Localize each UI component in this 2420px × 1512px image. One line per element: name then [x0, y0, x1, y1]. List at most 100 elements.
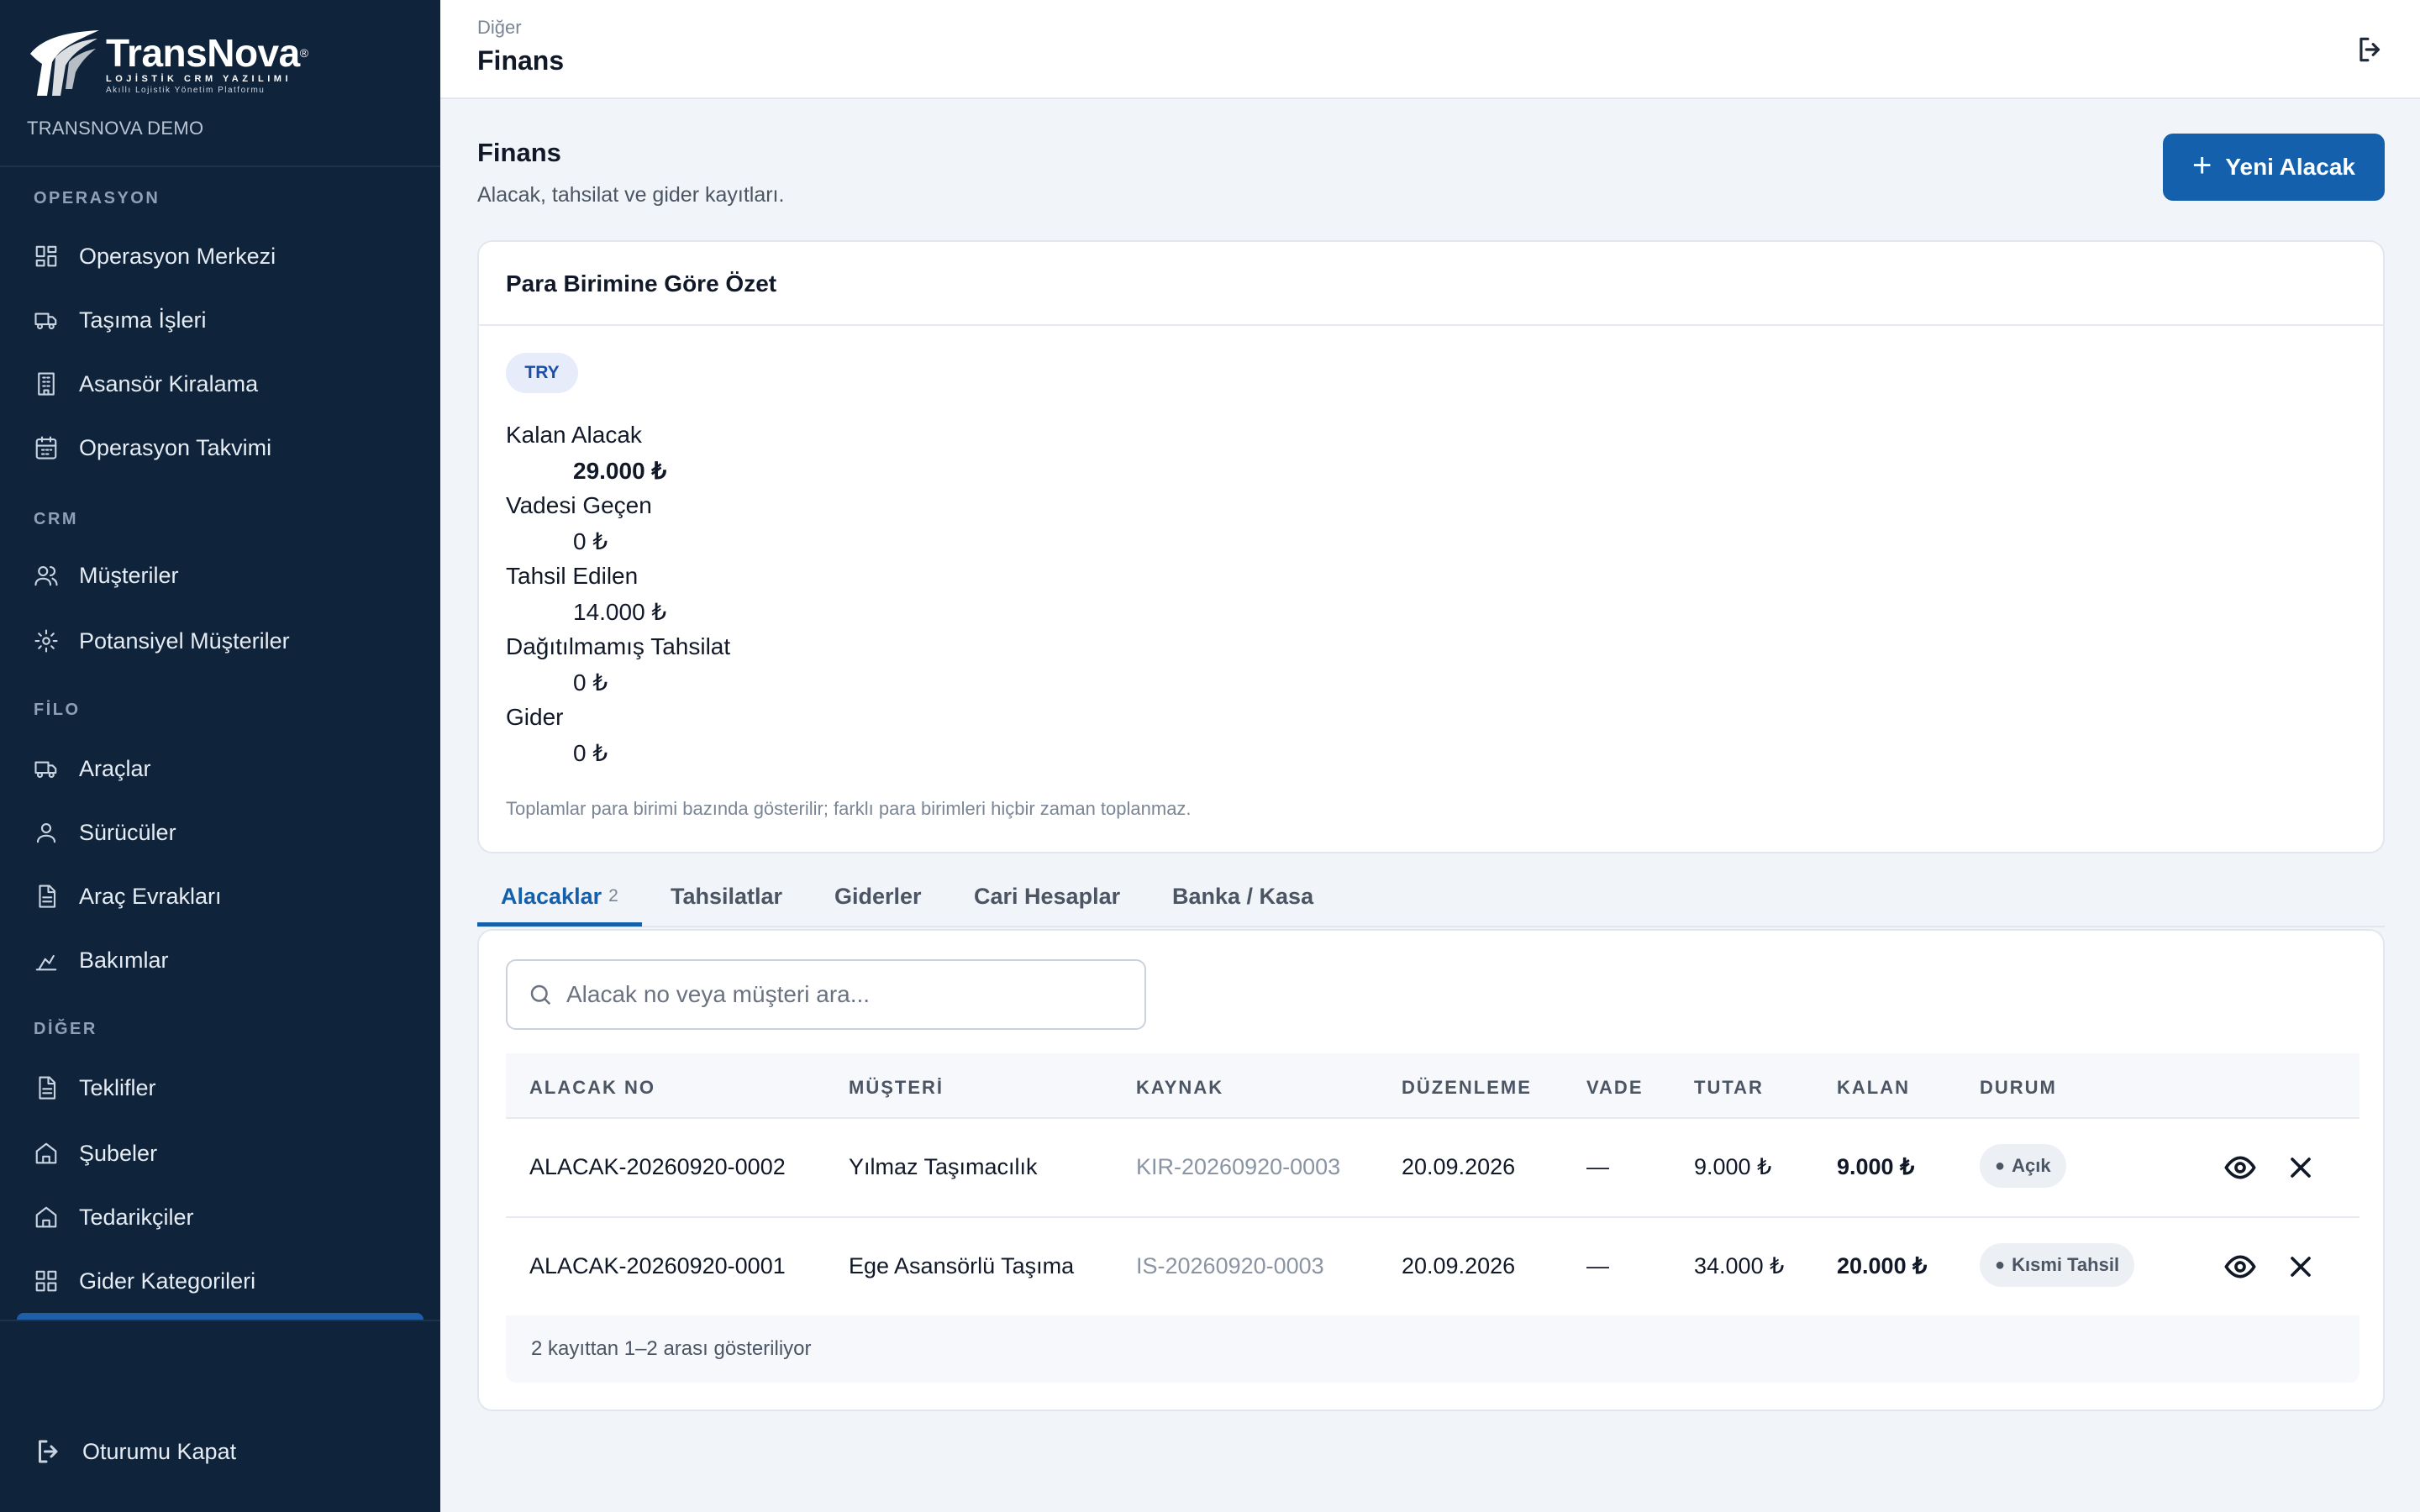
column-header[interactable]: TUTAR — [1694, 1077, 1764, 1099]
tab-alacaklar[interactable]: Alacaklar 2 — [501, 865, 618, 927]
column-header[interactable]: VADE — [1586, 1077, 1644, 1099]
sidebar-item-label: Operasyon Takvimi — [79, 434, 272, 460]
column-header[interactable]: DÜZENLEME — [1402, 1077, 1532, 1099]
logout-button[interactable]: Oturumu Kapat — [34, 1436, 236, 1467]
tab-label: Cari Hesaplar — [974, 883, 1121, 909]
section-operasyon: OPERASYON — [34, 189, 160, 207]
sidebar-item-operasyon-takvimi[interactable]: Operasyon Takvimi — [17, 422, 424, 474]
tab-tahsilatlar[interactable]: Tahsilatlar — [671, 865, 782, 927]
stat-label: Gider — [506, 704, 564, 730]
sidebar-item-label: Teklifler — [79, 1074, 156, 1100]
view-button[interactable] — [2223, 1151, 2257, 1184]
search-input[interactable] — [566, 981, 1121, 1008]
sidebar-item-label: Operasyon Merkezi — [79, 243, 276, 269]
users-icon — [34, 563, 59, 588]
tab-label: Tahsilatlar — [671, 883, 783, 909]
cancel-button[interactable] — [2284, 1250, 2317, 1284]
stat-label: Vadesi Geçen — [506, 492, 652, 518]
column-header[interactable]: MÜŞTERİ — [849, 1077, 944, 1099]
column-header[interactable]: KAYNAK — [1136, 1077, 1223, 1099]
sidebar-item-label: Potansiyel Müşteriler — [79, 627, 290, 654]
stat-value: 0 ₺ — [573, 740, 608, 766]
pagination-info: 2 kayıttan 1–2 arası gösteriliyor — [531, 1337, 812, 1360]
plus-icon: + — [2192, 147, 2212, 184]
sidebar-item-musteriler[interactable]: Müşteriler — [17, 549, 424, 601]
calendar-icon — [34, 435, 59, 460]
truck-icon — [34, 307, 59, 333]
summary-note: Toplamlar para birimi bazında gösterilir… — [506, 798, 1192, 819]
document-icon — [34, 884, 59, 909]
active-tab-indicator — [477, 922, 642, 927]
sidebar-item-teklifler[interactable]: Teklifler — [17, 1062, 424, 1114]
table-row[interactable]: ALACAK-20260920-0002 Yılmaz Taşımacılık … — [506, 1119, 2360, 1218]
tab-label: Banka / Kasa — [1172, 883, 1314, 909]
section-subtitle: Alacak, tahsilat ve gider kayıtları. — [477, 183, 785, 207]
currency-summary-card: Para Birimine Göre Özet TRY Kalan Alacak… — [477, 240, 2385, 853]
currency-badge: TRY — [506, 353, 578, 393]
cell-remaining: 20.000 ₺ — [1837, 1253, 1928, 1278]
tab-cari-hesaplar[interactable]: Cari Hesaplar — [974, 865, 1120, 927]
table-header: ALACAK NO MÜŞTERİ KAYNAK DÜZENLEME VADE … — [506, 1053, 2360, 1119]
sidebar-item-label: Taşıma İşleri — [79, 307, 207, 333]
sidebar-item-suruculer[interactable]: Sürücüler — [17, 806, 424, 858]
section-crm: CRM — [34, 510, 79, 528]
tab-label: Giderler — [834, 883, 922, 909]
sidebar-item-label: Asansör Kiralama — [79, 370, 259, 396]
section-filo: FİLO — [34, 701, 81, 719]
sparkle-icon — [34, 628, 59, 654]
tenant-name: TRANSNOVA DEMO — [27, 118, 204, 139]
dashboard-grid-icon — [34, 244, 59, 269]
cell-source[interactable]: IS-20260920-0003 — [1136, 1253, 1324, 1279]
receivables-card: ALACAK NO MÜŞTERİ KAYNAK DÜZENLEME VADE … — [477, 929, 2385, 1411]
column-header[interactable]: ALACAK NO — [529, 1077, 655, 1099]
sidebar-item-tedarikciler[interactable]: Tedarikçiler — [17, 1191, 424, 1243]
search-box[interactable] — [506, 959, 1146, 1030]
column-header[interactable]: KALAN — [1837, 1077, 1910, 1099]
view-button[interactable] — [2223, 1250, 2257, 1284]
cell-due-date: — — [1586, 1154, 1609, 1179]
eye-icon — [2224, 1255, 2256, 1278]
sidebar-item-araclar[interactable]: Araçlar — [17, 743, 424, 795]
section-title: Finans — [477, 138, 561, 167]
sidebar-item-tasima-isleri[interactable]: Taşıma İşleri — [17, 294, 424, 346]
page-title: Finans — [477, 45, 565, 76]
sidebar-item-operasyon-merkezi[interactable]: Operasyon Merkezi — [17, 230, 424, 282]
grid-icon — [34, 1268, 59, 1294]
tab-banka-kasa[interactable]: Banka / Kasa — [1172, 865, 1313, 927]
breadcrumb[interactable]: Diğer — [477, 17, 522, 39]
sidebar-item-label: Bakımlar — [79, 947, 169, 973]
logout-label: Oturumu Kapat — [82, 1438, 237, 1464]
topbar-logout-button[interactable] — [2354, 34, 2386, 66]
table-row[interactable]: ALACAK-20260920-0001 Ege Asansörlü Taşım… — [506, 1218, 2360, 1317]
status-badge: ● Açık — [1980, 1144, 2066, 1188]
brand-logo[interactable]: TransNova® LOJİSTİK CRM YAZILIMI Akıllı … — [27, 29, 308, 99]
sidebar-item-gider-kategorileri[interactable]: Gider Kategorileri — [17, 1255, 424, 1307]
sidebar-item-asansor-kiralama[interactable]: Asansör Kiralama — [17, 358, 424, 410]
cell-source[interactable]: KIR-20260920-0003 — [1136, 1154, 1340, 1180]
sidebar-divider — [0, 1320, 440, 1321]
column-header[interactable]: DURUM — [1980, 1077, 2057, 1099]
sidebar-item-label: Sürücüler — [79, 819, 176, 845]
sidebar-item-label: Şubeler — [79, 1140, 158, 1166]
logout-icon — [2360, 37, 2381, 62]
close-icon — [2291, 1257, 2311, 1277]
stat-label: Tahsil Edilen — [506, 563, 639, 589]
sidebar-item-label: Tedarikçiler — [79, 1204, 194, 1230]
cancel-button[interactable] — [2284, 1151, 2317, 1184]
eye-icon — [2224, 1156, 2256, 1179]
tab-giderler[interactable]: Giderler — [834, 865, 922, 927]
cell-amount: 9.000 ₺ — [1694, 1154, 1772, 1179]
stat-value: 0 ₺ — [573, 528, 608, 554]
building-icon — [34, 371, 59, 396]
sidebar-item-potansiyel-musteriler[interactable]: Potansiyel Müşteriler — [17, 615, 424, 667]
sidebar: TransNova® LOJİSTİK CRM YAZILIMI Akıllı … — [0, 0, 440, 1512]
sidebar-item-arac-evraklari[interactable]: Araç Evrakları — [17, 870, 424, 922]
search-icon — [530, 984, 551, 1005]
cell-receivable-no: ALACAK-20260920-0002 — [529, 1154, 786, 1179]
sidebar-item-bakimlar[interactable]: Bakımlar — [17, 934, 424, 986]
close-icon — [2291, 1158, 2311, 1178]
cell-customer: Ege Asansörlü Taşıma — [849, 1253, 1075, 1278]
cell-due-date: — — [1586, 1253, 1609, 1278]
sidebar-item-subeler[interactable]: Şubeler — [17, 1127, 424, 1179]
new-receivable-button[interactable]: + Yeni Alacak — [2163, 134, 2385, 201]
